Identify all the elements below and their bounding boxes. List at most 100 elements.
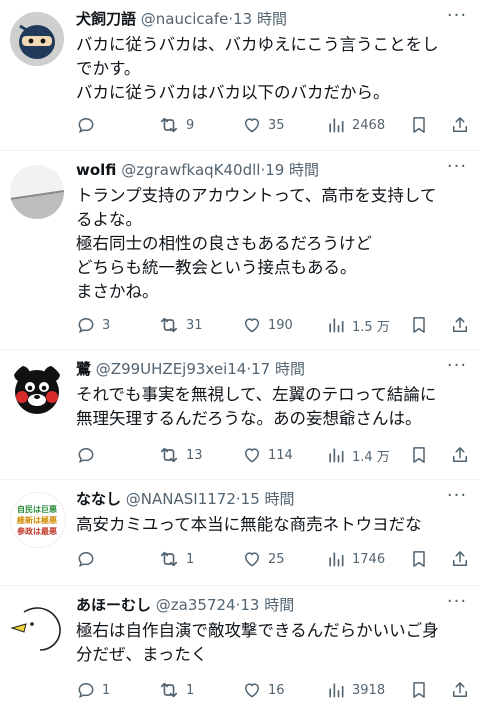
view-count: 2468: [352, 117, 386, 133]
reply-button[interactable]: [76, 549, 102, 569]
share-button[interactable]: [450, 115, 470, 135]
bookmark-icon: [413, 682, 425, 698]
heart-icon: [245, 683, 259, 698]
author-name[interactable]: 犬飼刀語: [76, 10, 136, 28]
reply-button[interactable]: [76, 115, 102, 135]
text-line: バカに従うバカはバカ以下のバカだから。: [76, 83, 390, 102]
share-button[interactable]: [450, 549, 470, 569]
text-line: トランプ支持のアカウントって、高市を支持して: [76, 186, 437, 205]
author-name[interactable]: 鷺: [76, 360, 91, 378]
timestamp[interactable]: ·17 時間: [246, 360, 305, 378]
views-button[interactable]: 1.5 万: [326, 315, 390, 335]
bookmark-button[interactable]: [409, 549, 429, 569]
author-handle[interactable]: @NANASI1172: [126, 490, 236, 508]
retweet-count: 31: [186, 317, 203, 333]
author-handle[interactable]: @naucicafe: [141, 10, 229, 28]
more-options-icon[interactable]: ···: [446, 593, 468, 614]
share-icon: [453, 551, 467, 566]
tweet-3[interactable]: 鷺 @Z99UHZEj93xei14·17 時間 ··· それでも事実を無視して…: [0, 350, 480, 480]
author-handle[interactable]: @za35724: [156, 596, 236, 614]
retweet-icon: [160, 682, 178, 698]
bird-avatar-icon[interactable]: [10, 598, 64, 652]
retweet-button[interactable]: 1: [158, 549, 194, 569]
tweet-4[interactable]: 自民は巨悪 維新は極悪 参政は最悪 ななし @NANASI1172·15 時間 …: [0, 480, 480, 586]
text-line: まさかね。: [76, 282, 159, 301]
author-handle[interactable]: @zgrawfkaqK40dll: [121, 161, 260, 179]
like-button[interactable]: 25: [242, 549, 285, 569]
like-count: 114: [268, 447, 293, 463]
bookmark-button[interactable]: [409, 680, 429, 700]
reply-button[interactable]: [76, 445, 102, 465]
text-line: 極右は自作自演で敵攻撃できるんだらかいいご身: [76, 621, 439, 640]
views-chart-icon: [329, 683, 344, 698]
bookmark-button[interactable]: [409, 445, 429, 465]
reply-button[interactable]: 1: [76, 680, 110, 700]
paper-avatar-icon[interactable]: [10, 165, 64, 219]
author-name[interactable]: ななし: [76, 490, 121, 508]
like-count: 35: [268, 117, 285, 133]
action-bar: 13 114 1.4 万: [76, 444, 470, 466]
more-options-icon[interactable]: ···: [446, 487, 468, 508]
share-icon: [453, 447, 467, 462]
timestamp[interactable]: ·15 時間: [236, 490, 295, 508]
like-button[interactable]: 16: [242, 680, 285, 700]
action-bar: 1 1 16 3918: [76, 679, 470, 701]
more-options-icon[interactable]: ···: [446, 7, 468, 28]
share-button[interactable]: [450, 680, 470, 700]
share-button[interactable]: [450, 445, 470, 465]
reply-icon: [78, 447, 94, 464]
retweet-icon: [160, 551, 178, 567]
action-bar: 3 31 190 1.5 万: [76, 314, 470, 336]
bookmark-button[interactable]: [409, 315, 429, 335]
author-name[interactable]: あほーむし: [76, 596, 151, 614]
bookmark-icon: [413, 117, 425, 133]
tweet-header: ななし @NANASI1172·15 時間: [76, 489, 440, 509]
timestamp[interactable]: ·13 時間: [236, 596, 295, 614]
share-icon: [453, 317, 467, 332]
text-avatar-icon[interactable]: 自民は巨悪 維新は極悪 参政は最悪: [10, 492, 66, 548]
like-button[interactable]: 35: [242, 115, 285, 135]
views-button[interactable]: 1746: [326, 549, 385, 569]
tweet-header: 犬飼刀語 @naucicafe·13 時間: [76, 9, 440, 29]
tweet-2[interactable]: wolfi @zgrawfkaqK40dll·19 時間 ··· トランプ支持の…: [0, 151, 480, 350]
like-button[interactable]: 190: [242, 315, 293, 335]
like-button[interactable]: 114: [242, 445, 293, 465]
share-button[interactable]: [450, 315, 470, 335]
reply-icon: [78, 682, 94, 699]
bear-avatar-icon[interactable]: [10, 362, 64, 416]
reply-button[interactable]: 3: [76, 315, 110, 335]
timestamp[interactable]: ·19 時間: [260, 161, 319, 179]
tweet-header: wolfi @zgrawfkaqK40dll·19 時間: [76, 160, 440, 180]
like-count: 190: [268, 317, 293, 333]
action-bar: 9 35 2468: [76, 114, 470, 136]
retweet-count: 1: [186, 551, 195, 567]
more-options-icon[interactable]: ···: [446, 357, 468, 378]
timestamp[interactable]: ·13 時間: [228, 10, 287, 28]
retweet-button[interactable]: 13: [158, 445, 203, 465]
author-handle[interactable]: @Z99UHZEj93xei14: [96, 360, 247, 378]
reply-count: 1: [102, 682, 111, 698]
tweet-1[interactable]: 犬飼刀語 @naucicafe·13 時間 ··· バカに従うバカは、バカゆえに…: [0, 0, 480, 151]
retweet-button[interactable]: 9: [158, 115, 194, 135]
retweet-button[interactable]: 31: [158, 315, 203, 335]
views-button[interactable]: 3918: [326, 680, 385, 700]
views-button[interactable]: 2468: [326, 115, 385, 135]
bookmark-button[interactable]: [409, 115, 429, 135]
ninja-avatar-icon[interactable]: [10, 12, 64, 66]
text-line: 分だぜ、まったく: [76, 645, 208, 664]
tweet-text: 高安カミユって本当に無能な商売ネトウヨだな: [76, 513, 468, 537]
tweet-text: バカに従うバカは、バカゆえにこう言うことをし でかす。 バカに従うバカはバカ以下…: [76, 33, 468, 105]
reply-icon: [78, 117, 94, 134]
share-icon: [453, 117, 467, 132]
heart-icon: [245, 118, 259, 133]
views-button[interactable]: 1.4 万: [326, 445, 390, 465]
more-options-icon[interactable]: ···: [446, 158, 468, 179]
tweet-5[interactable]: あほーむし @za35724·13 時間 ··· 極右は自作自演で敵攻撃できるん…: [0, 586, 480, 708]
view-count: 3918: [352, 682, 386, 698]
like-count: 25: [268, 551, 285, 567]
view-count: 1746: [352, 551, 386, 567]
retweet-button[interactable]: 1: [158, 680, 194, 700]
action-bar: 1 25 1746: [76, 548, 470, 570]
text-line: バカに従うバカは、バカゆえにこう言うことをし: [76, 35, 439, 54]
author-name[interactable]: wolfi: [76, 161, 116, 179]
